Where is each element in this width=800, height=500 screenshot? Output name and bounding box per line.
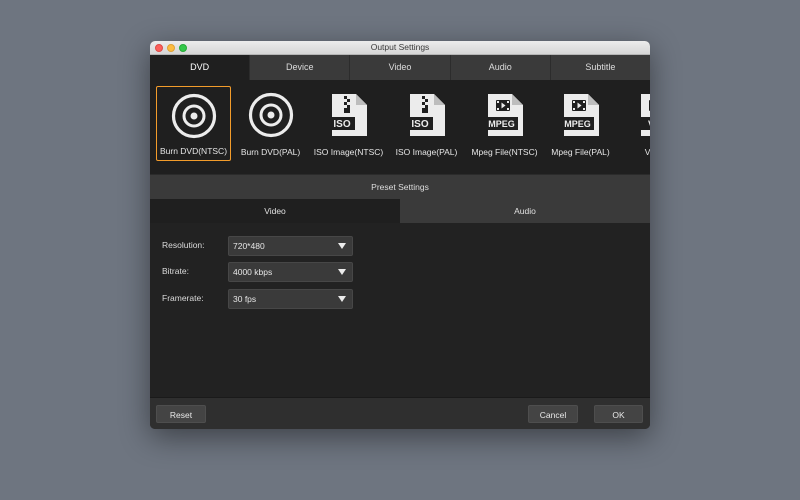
mpeg-file-icon: MPEG <box>560 94 599 136</box>
dropdown-arrow-icon <box>338 269 346 275</box>
dropdown-arrow-icon <box>338 296 346 302</box>
output-settings-window: Output Settings DVD Device Video Audio S… <box>150 41 650 429</box>
framerate-dropdown[interactable]: 30 fps <box>228 289 353 309</box>
resolution-label: Resolution: <box>162 240 205 250</box>
window-title: Output Settings <box>370 42 430 52</box>
file-badge: ISO <box>411 119 428 130</box>
disc-icon <box>248 92 293 138</box>
file-badge: MPEG <box>488 119 515 129</box>
format-mpeg-file-pal[interactable]: MPEG Mpeg File(PAL) <box>543 86 618 161</box>
category-tabs: DVD Device Video Audio Subtitle <box>150 55 650 80</box>
tab-video[interactable]: Video <box>349 55 450 80</box>
disc-icon <box>171 93 216 139</box>
mpeg-file-icon: MPEG <box>484 94 523 136</box>
subtab-audio[interactable]: Audio <box>400 199 650 223</box>
footer-bar: Reset Cancel OK <box>150 397 650 429</box>
tab-device[interactable]: Device <box>249 55 350 80</box>
format-iso-image-ntsc[interactable]: ISO ISO Image(NTSC) <box>311 86 386 161</box>
bitrate-value: 4000 kbps <box>233 267 273 277</box>
preset-video-panel: Resolution: 720*480 Bitrate: 4000 kbps F… <box>150 223 650 397</box>
preset-subtabs: Video Audio <box>150 199 650 223</box>
format-burn-dvd-pal[interactable]: Burn DVD(PAL) <box>233 86 308 161</box>
tab-audio[interactable]: Audio <box>449 55 550 80</box>
framerate-value: 30 fps <box>233 294 257 304</box>
dropdown-arrow-icon <box>338 243 346 249</box>
iso-file-icon: ISO <box>406 94 445 136</box>
tab-dvd[interactable]: DVD <box>150 55 250 80</box>
file-badge: VO <box>647 119 650 129</box>
format-iso-image-pal[interactable]: ISO ISO Image(PAL) <box>389 86 464 161</box>
format-burn-dvd-ntsc[interactable]: Burn DVD(NTSC) <box>156 86 231 161</box>
resolution-value: 720*480 <box>233 241 265 251</box>
reset-button[interactable]: Reset <box>156 405 206 423</box>
format-mpeg-file-ntsc[interactable]: MPEG Mpeg File(NTSC) <box>467 86 542 161</box>
format-label: VOB F <box>644 147 650 157</box>
ok-button[interactable]: OK <box>594 405 643 423</box>
preset-settings-header: Preset Settings <box>150 174 650 199</box>
file-badge: MPEG <box>564 119 591 129</box>
file-badge: ISO <box>333 119 350 130</box>
bitrate-dropdown[interactable]: 4000 kbps <box>228 262 353 282</box>
cancel-button[interactable]: Cancel <box>528 405 578 423</box>
format-vob-file[interactable]: VO VOB F <box>620 86 650 161</box>
vob-file-icon: VO <box>637 94 650 136</box>
framerate-label: Framerate: <box>162 293 204 303</box>
title-bar: Output Settings <box>150 41 650 55</box>
bitrate-label: Bitrate: <box>162 266 189 276</box>
resolution-dropdown[interactable]: 720*480 <box>228 236 353 256</box>
iso-file-icon: ISO <box>328 94 367 136</box>
subtab-video[interactable]: Video <box>150 199 400 223</box>
tab-subtitle[interactable]: Subtitle <box>549 55 650 80</box>
